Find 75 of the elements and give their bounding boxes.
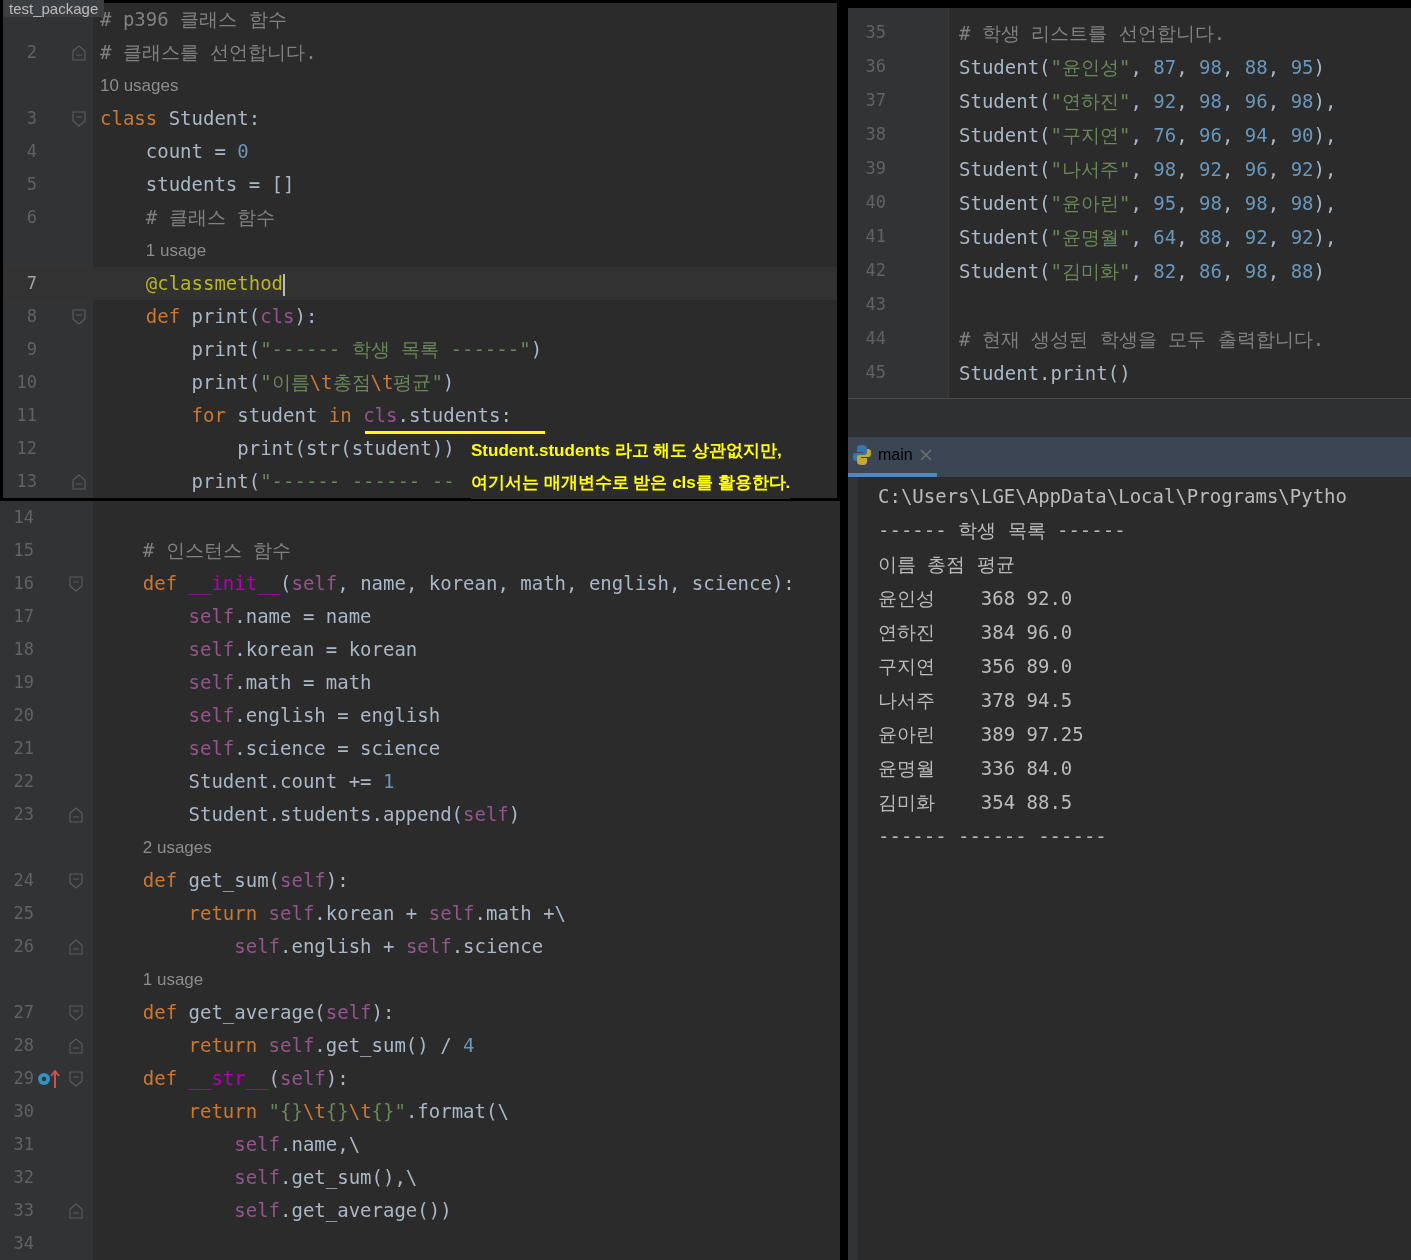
code-line: self.name = name xyxy=(187,604,372,630)
code-line: self.science = science xyxy=(187,736,441,762)
console-line: ------ 학생 목록 ------ xyxy=(878,517,1127,543)
code-line: Student("윤인성", 87, 98, 88, 95) xyxy=(959,54,1325,80)
usage-hint[interactable]: 2 usages xyxy=(142,834,212,861)
console-line: 윤아린 389 97.25 xyxy=(878,721,1085,747)
code-line: Student("구지연", 76, 96, 94, 90), xyxy=(959,122,1337,148)
code-line: print("------ ------ -- xyxy=(190,469,455,495)
console-line: 구지연 356 89.0 xyxy=(878,653,1074,679)
code-line: Student("김미화", 82, 86, 98, 88) xyxy=(959,258,1325,284)
code-line: def __str__(self): xyxy=(141,1066,349,1092)
console-line: 김미화 354 88.5 xyxy=(878,789,1074,815)
code-line: # 현재 생성된 학생을 모두 출력합니다. xyxy=(959,326,1325,352)
code-line: # 클래스를 선언합니다. xyxy=(100,40,317,66)
code-line: return self.get_sum() / 4 xyxy=(187,1033,475,1059)
console-line: 윤인성 368 92.0 xyxy=(878,585,1074,611)
code-line: self.get_average()) xyxy=(233,1198,452,1224)
console-line: C:\Users\LGE\AppData\Local\Programs\Pytho xyxy=(878,483,1347,509)
code-line: self.english = english xyxy=(187,703,441,729)
fold-icon[interactable] xyxy=(69,872,83,889)
fold-icon[interactable] xyxy=(69,1070,83,1087)
code-line: count = 0 xyxy=(144,139,249,165)
fold-icon[interactable] xyxy=(72,308,86,325)
code-line: Student("윤아린", 95, 98, 98, 98), xyxy=(959,190,1337,216)
fold-icon[interactable] xyxy=(69,1202,83,1219)
console-line: 나서주 378 94.5 xyxy=(878,687,1074,713)
code-line: self.get_sum(),\ xyxy=(233,1165,418,1191)
fold-icon[interactable] xyxy=(69,938,83,955)
code-line: print("------ 학생 목록 ------") xyxy=(190,337,543,363)
code-line: students = [] xyxy=(144,172,295,198)
code-line: Student("연하진", 92, 98, 96, 98), xyxy=(959,88,1337,114)
file-tab[interactable]: test_package xyxy=(3,0,105,17)
code-line: self.english + self.science xyxy=(233,934,544,960)
fold-icon[interactable] xyxy=(72,44,86,61)
console-line: 연하진 384 96.0 xyxy=(878,619,1074,645)
code-line: def get_sum(self): xyxy=(141,868,349,894)
code-line: def get_average(self): xyxy=(141,1000,395,1026)
code-line: # 인스턴스 함수 xyxy=(141,538,292,564)
code-line: class Student: xyxy=(100,106,261,132)
console-line: 이름 총점 평균 xyxy=(878,551,1016,577)
code-line: self.korean = korean xyxy=(187,637,418,663)
code-line: # 클래스 함수 xyxy=(144,205,276,231)
usage-hint[interactable]: 1 usage xyxy=(142,966,204,993)
usage-hint[interactable]: 10 usages xyxy=(100,72,179,99)
code-line: Student("나서주", 98, 92, 96, 92), xyxy=(959,156,1337,182)
code-line: @classmethod xyxy=(144,271,286,298)
close-icon[interactable] xyxy=(918,448,933,462)
code-line: Student.count += 1 xyxy=(187,769,395,795)
fold-icon[interactable] xyxy=(72,473,86,490)
fold-icon[interactable] xyxy=(69,1004,83,1021)
fold-icon[interactable] xyxy=(69,1037,83,1054)
code-line: self.name,\ xyxy=(233,1132,361,1158)
override-icon[interactable] xyxy=(36,1068,60,1089)
code-line: self.math = math xyxy=(187,670,372,696)
console-line: 윤명월 336 84.0 xyxy=(878,755,1074,781)
fold-icon[interactable] xyxy=(69,575,83,592)
annotation-text: 여기서는 매개변수로 받은 cls를 활용한다. xyxy=(471,472,791,495)
code-line: Student.students.append(self) xyxy=(187,802,521,828)
code-line: print(str(student)) xyxy=(236,436,455,462)
console-line: ------ ------ ------ xyxy=(878,823,1108,849)
usage-hint[interactable]: 1 usage xyxy=(145,237,207,264)
code-line: print("이름\t총점\t평균") xyxy=(190,370,455,396)
line-number: 7 xyxy=(26,271,37,295)
code-line: Student.print() xyxy=(959,360,1131,386)
code-line: Student("윤명월", 64, 88, 92, 92), xyxy=(959,224,1337,250)
code-line: def print(cls): xyxy=(144,304,318,330)
fold-icon[interactable] xyxy=(72,110,86,127)
annotation-text: Student.students 라고 해도 상관없지만, xyxy=(471,440,783,463)
code-line: # 학생 리스트를 선언합니다. xyxy=(959,20,1226,46)
code-line: for student in cls.students: xyxy=(190,403,512,429)
code-line: def __init__(self, name, korean, math, english, science): xyxy=(141,571,795,597)
code-line: return self.korean + self.math +\ xyxy=(187,901,567,927)
snake-logo-icon xyxy=(852,444,872,466)
code-line: return "{}\t{}\t{}".format(\ xyxy=(187,1099,509,1125)
fold-icon[interactable] xyxy=(69,806,83,823)
